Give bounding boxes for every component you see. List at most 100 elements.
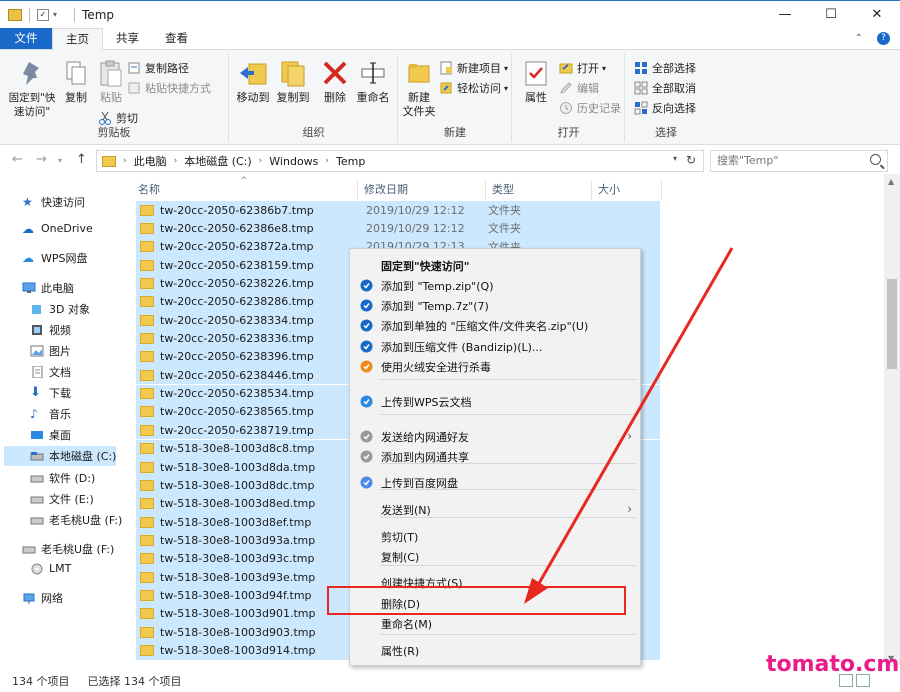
music-note-icon: ♪ (30, 407, 38, 421)
copy-path-button[interactable]: 复制路径 (127, 60, 189, 76)
menu-item-label: 发送给内网通好友 (381, 431, 469, 444)
close-button[interactable]: ✕ (854, 1, 900, 28)
tab-home[interactable]: 主页 (52, 28, 103, 50)
scroll-up-icon[interactable]: ▲ (888, 177, 894, 186)
ribbon-collapse-icon[interactable]: ⌃ (855, 33, 863, 44)
back-arrow-icon[interactable]: ← (12, 152, 23, 167)
cube-icon (30, 303, 44, 315)
search-input[interactable]: 搜索"Temp" (710, 150, 888, 172)
menu-item[interactable]: 添加到 "Temp.7z"(7) (350, 296, 640, 316)
copy-button[interactable]: 复制 (62, 58, 90, 105)
nav-wps-drive[interactable]: ☁ WPS网盘 (22, 250, 88, 266)
desktop-icon (30, 429, 44, 441)
new-folder-button[interactable]: 新建 文件夹 (401, 58, 437, 119)
forward-arrow-icon[interactable]: → (36, 152, 47, 167)
menu-item[interactable]: 添加到内网通共享 (350, 447, 640, 467)
menu-item[interactable]: 上传到WPS云文档 (350, 392, 640, 412)
nav-usb-drive-f[interactable]: 老毛桃U盘 (F:) (30, 512, 122, 528)
file-row[interactable]: tw-20cc-2050-62386e8.tmp 2019/10/29 12:12… (136, 219, 660, 238)
menu-item[interactable]: 添加到压缩文件 (Bandizip)(L)... (350, 337, 640, 357)
tab-view[interactable]: 查看 (152, 28, 201, 49)
maximize-button[interactable]: ☐ (808, 1, 854, 28)
up-arrow-icon[interactable]: ↑ (76, 152, 87, 167)
vertical-scrollbar[interactable]: ▲ ▼ (884, 174, 900, 666)
menu-item-label: 上传到WPS云文档 (381, 396, 472, 409)
pin-quick-access-button[interactable]: 固定到"快速访问" (4, 58, 60, 119)
nav-videos[interactable]: 视频 (30, 322, 71, 338)
nav-onedrive[interactable]: ☁ OneDrive (22, 222, 93, 235)
tab-share[interactable]: 共享 (103, 28, 152, 49)
column-date[interactable]: 修改日期 (358, 180, 486, 200)
menu-item-label: 添加到 "Temp.zip"(Q) (381, 280, 494, 293)
nav-network[interactable]: 网络 (22, 590, 63, 606)
chevron-right-icon: › (123, 156, 127, 166)
copy-icon (61, 58, 91, 88)
status-bar: 134 个项目 已选择 134 个项目 (0, 670, 900, 692)
refresh-icon[interactable]: ↻ (686, 153, 696, 167)
menu-item[interactable]: 剪切(T) (350, 527, 640, 547)
address-bar[interactable]: › 此电脑 › 本地磁盘 (C:) › Windows › Temp ▾ ↻ (96, 150, 704, 172)
highlight-box (327, 586, 626, 615)
selected-count: 已选择 134 个项目 (87, 675, 182, 688)
minimize-button[interactable]: — (762, 1, 808, 28)
select-none-button[interactable]: 全部取消 (634, 80, 696, 96)
new-item-button[interactable]: 新建项目 ▾ (439, 60, 508, 76)
copy-to-button[interactable]: 复制到 (274, 58, 312, 105)
column-size[interactable]: 大小 (592, 180, 662, 200)
chevron-down-icon[interactable]: ▾ (673, 154, 677, 163)
menu-item[interactable]: 发送给内网通好友 › (350, 427, 640, 447)
tab-file[interactable]: 文件 (0, 28, 52, 49)
star-icon: ★ (22, 195, 33, 209)
breadcrumb-this-pc[interactable]: 此电脑 (134, 153, 167, 169)
nav-this-pc[interactable]: 此电脑 (22, 280, 74, 296)
edit-button[interactable]: 编辑 (559, 80, 599, 96)
menu-item[interactable]: 添加到 "Temp.zip"(Q) (350, 276, 640, 296)
nav-drive-e[interactable]: 文件 (E:) (30, 491, 94, 507)
nav-music[interactable]: ♪ 音乐 (30, 406, 71, 422)
paste-button[interactable]: 粘贴 (96, 58, 126, 105)
huorong-icon (360, 360, 373, 373)
breadcrumb-windows[interactable]: Windows (269, 155, 318, 168)
history-button[interactable]: 历史记录 (559, 100, 621, 116)
breadcrumb-c-drive[interactable]: 本地磁盘 (C:) (184, 153, 251, 169)
scroll-thumb[interactable] (887, 279, 897, 369)
invert-selection-button[interactable]: 反向选择 (634, 100, 696, 116)
usb-drive-icon (30, 514, 44, 526)
move-to-button[interactable]: 移动到 (234, 58, 272, 105)
menu-item[interactable]: 上传到百度网盘 (350, 473, 640, 493)
properties-button[interactable]: 属性 (521, 58, 551, 105)
menu-item[interactable]: 重命名(M) (350, 614, 640, 634)
group-label: 新建 (444, 126, 466, 139)
menu-item[interactable]: 添加到单独的 "压缩文件/文件夹名.zip"(U) (350, 316, 640, 336)
properties-quick-icon[interactable]: ✓ (37, 8, 49, 21)
easy-access-button[interactable]: 轻松访问 ▾ (439, 80, 508, 96)
nav-desktop[interactable]: 桌面 (30, 427, 71, 443)
open-button[interactable]: 打开 ▾ (559, 60, 606, 76)
column-type[interactable]: 类型 (486, 180, 592, 200)
ribbon-tabs: 文件 主页 共享 查看 ⌃ ? (0, 28, 900, 50)
nav-local-disk-c[interactable]: 本地磁盘 (C:) (4, 446, 116, 466)
menu-item[interactable]: 属性(R) (350, 641, 640, 661)
file-row[interactable]: tw-20cc-2050-62386b7.tmp 2019/10/29 12:12… (136, 201, 660, 220)
nav-quick-access[interactable]: ★ 快速访问 (22, 194, 85, 210)
menu-item[interactable]: 固定到"快速访问" (350, 256, 640, 276)
menu-item[interactable]: 复制(C) (350, 547, 640, 567)
paste-shortcut-button[interactable]: 粘贴快捷方式 (127, 80, 211, 96)
breadcrumb-temp[interactable]: Temp (336, 155, 365, 168)
nav-3d-objects[interactable]: 3D 对象 (30, 301, 90, 317)
rename-button[interactable]: 重命名 (352, 58, 394, 105)
menu-item[interactable]: 使用火绒安全进行杀毒 (350, 357, 640, 377)
nav-usb-drive-root[interactable]: 老毛桃U盘 (F:) (22, 541, 114, 557)
nav-lmt[interactable]: LMT (30, 562, 71, 575)
recent-chevron-icon[interactable]: ▾ (58, 156, 62, 165)
nav-documents[interactable]: 文档 (30, 364, 71, 380)
delete-button[interactable]: 删除 (320, 58, 350, 105)
chevron-down-icon[interactable]: ▾ (53, 10, 57, 19)
open-icon (559, 61, 573, 75)
folder-icon (140, 608, 154, 620)
nav-downloads[interactable]: ⬇ 下载 (30, 385, 71, 401)
nav-pictures[interactable]: 图片 (30, 343, 71, 359)
select-all-button[interactable]: 全部选择 (634, 60, 696, 76)
help-icon[interactable]: ? (877, 32, 890, 45)
nav-drive-d[interactable]: 软件 (D:) (30, 470, 95, 486)
